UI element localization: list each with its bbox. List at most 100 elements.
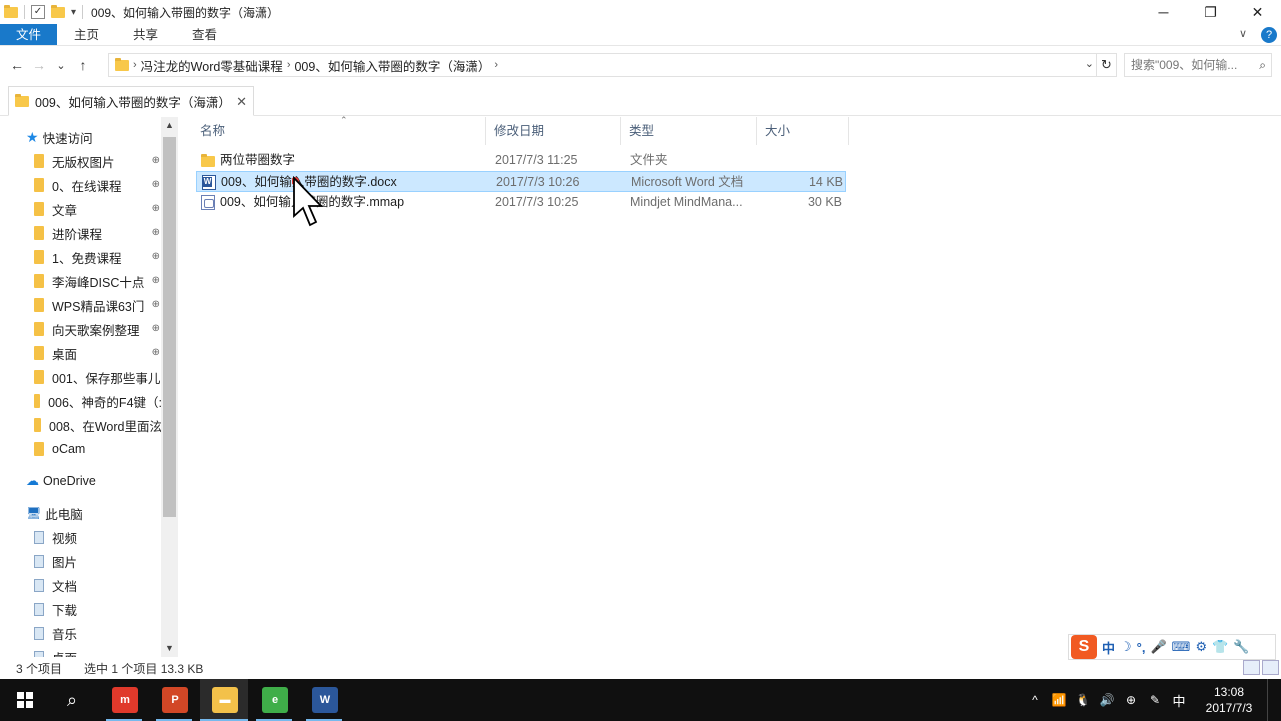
- qq-icon[interactable]: 🐧: [1071, 693, 1095, 707]
- nav-label: 视频: [52, 531, 78, 546]
- nav-quick-item[interactable]: 006、神奇的F4键（:: [34, 389, 162, 413]
- column-header-name[interactable]: 名称: [192, 117, 486, 145]
- sogou-logo-icon[interactable]: S: [1071, 635, 1097, 659]
- divider: [24, 5, 25, 19]
- large-icons-view-icon[interactable]: [1262, 660, 1279, 675]
- ime-tools-icon[interactable]: 🔧: [1233, 639, 1249, 655]
- expand-ribbon-icon[interactable]: ∨: [1239, 27, 1247, 40]
- maximize-button[interactable]: ❐: [1187, 0, 1234, 24]
- back-button[interactable]: ←: [6, 57, 28, 73]
- tab-view[interactable]: 查看: [175, 24, 234, 45]
- nav-label: 文章: [52, 203, 78, 218]
- search-input[interactable]: 搜索"009、如何输... ⌕: [1124, 53, 1272, 77]
- close-button[interactable]: ✕: [1234, 0, 1281, 24]
- breadcrumb-separator[interactable]: ›: [494, 59, 498, 71]
- nav-pc-item[interactable]: 桌面: [34, 645, 178, 657]
- nav-quick-item[interactable]: WPS精品课63门 ⊕: [34, 293, 162, 317]
- pin-icon: ⊕: [151, 347, 160, 358]
- tray-app-icon[interactable]: ⊕: [1119, 693, 1143, 707]
- ime-voice-icon[interactable]: 🎤: [1150, 639, 1166, 655]
- folder-tab[interactable]: 009、如何输入带圈的数字（海潇） ✕: [8, 86, 254, 116]
- nav-quick-item[interactable]: 001、保存那些事儿: [34, 365, 162, 389]
- network-icon[interactable]: 📶: [1047, 693, 1071, 707]
- address-dropdown-icon[interactable]: ⌄: [1085, 57, 1094, 70]
- taskbar-app-app-red[interactable]: m: [100, 679, 148, 721]
- folder-icon: [34, 202, 44, 216]
- tab-file[interactable]: 文件: [0, 24, 58, 45]
- minimize-button[interactable]: ─: [1140, 0, 1187, 24]
- up-button[interactable]: ↑: [72, 57, 94, 73]
- ime-punctuation-icon[interactable]: ☽: [1120, 639, 1132, 655]
- nav-this-pc[interactable]: 🖥 此电脑: [26, 501, 178, 525]
- nav-pc-item[interactable]: 图片: [34, 549, 178, 573]
- recent-locations-icon[interactable]: ⌄: [50, 59, 72, 72]
- nav-quick-item[interactable]: 桌面 ⊕: [34, 341, 162, 365]
- volume-icon[interactable]: 🔊: [1095, 693, 1119, 707]
- scroll-up-icon[interactable]: ▲: [161, 117, 178, 134]
- ribbon: 文件 主页 共享 查看 ∨ ?: [0, 24, 1281, 46]
- help-icon[interactable]: ?: [1261, 27, 1277, 43]
- nav-quick-item[interactable]: 进阶课程 ⊕: [34, 221, 162, 245]
- properties-icon[interactable]: ✓: [31, 5, 45, 19]
- show-desktop-button[interactable]: [1267, 679, 1281, 721]
- breadcrumb-separator[interactable]: ›: [287, 59, 291, 71]
- ime-settings-icon[interactable]: ⚙: [1195, 639, 1207, 655]
- ime-symbol-icon[interactable]: °,: [1137, 640, 1146, 655]
- taskbar-app-app-ppt[interactable]: P: [150, 679, 198, 721]
- nav-pc-item[interactable]: 音乐: [34, 621, 178, 645]
- close-tab-icon[interactable]: ✕: [236, 94, 247, 110]
- new-folder-icon[interactable]: [51, 4, 65, 18]
- ime-keyboard-icon[interactable]: ⌨: [1172, 639, 1191, 655]
- details-view-icon[interactable]: [1243, 660, 1260, 675]
- nav-quick-item[interactable]: 0、在线课程 ⊕: [34, 173, 162, 197]
- scroll-down-icon[interactable]: ▼: [161, 640, 178, 657]
- column-header-size[interactable]: 大小: [757, 117, 849, 145]
- nav-quick-access[interactable]: ★ 快速访问: [26, 125, 178, 149]
- refresh-button[interactable]: ↻: [1097, 53, 1117, 77]
- input-method-indicator[interactable]: 中: [1167, 691, 1191, 710]
- pen-icon[interactable]: ✎: [1143, 693, 1167, 707]
- ime-skin-icon[interactable]: 👕: [1212, 639, 1228, 655]
- nav-quick-item[interactable]: oCam: [34, 437, 162, 461]
- column-header-date[interactable]: 修改日期: [486, 117, 621, 145]
- address-bar[interactable]: › 冯注龙的Word零基础课程 › 009、如何输入带圈的数字（海潇） › ⌄: [108, 53, 1097, 77]
- show-hidden-icons[interactable]: ^: [1023, 693, 1047, 707]
- nav-scrollbar[interactable]: ▲ ▼: [161, 117, 178, 657]
- nav-pc-item[interactable]: 视频: [34, 525, 178, 549]
- scroll-thumb[interactable]: [163, 137, 176, 517]
- file-row[interactable]: 两位带圈数字 2017/7/3 11:25 文件夹: [196, 150, 846, 171]
- breadcrumb-separator[interactable]: ›: [133, 59, 137, 71]
- file-explorer-icon: ▬: [212, 687, 238, 713]
- column-header-type[interactable]: 类型: [621, 117, 757, 145]
- taskbar-search-icon[interactable]: ⌕: [48, 679, 96, 721]
- customize-toolbar-icon[interactable]: ▾: [71, 7, 76, 18]
- cloud-icon: ☁: [26, 473, 39, 488]
- taskbar-app-browser[interactable]: e: [250, 679, 298, 721]
- forward-button[interactable]: →: [28, 57, 50, 73]
- start-button[interactable]: [0, 679, 48, 721]
- nav-onedrive[interactable]: ☁ OneDrive: [26, 469, 178, 493]
- windows-logo-icon: [17, 692, 33, 708]
- library-icon: [34, 602, 44, 616]
- taskbar-app-file-explorer[interactable]: ▬: [200, 679, 248, 721]
- search-icon[interactable]: ⌕: [1259, 54, 1266, 76]
- nav-pc-item[interactable]: 文档: [34, 573, 178, 597]
- breadcrumb-item[interactable]: 009、如何输入带圈的数字（海潇）: [294, 56, 490, 75]
- ime-chinese-mode[interactable]: 中: [1102, 638, 1115, 657]
- nav-pc-item[interactable]: 下载: [34, 597, 178, 621]
- nav-label: 向天歌案例整理: [52, 323, 140, 338]
- file-date: 2017/7/3 10:25: [495, 195, 579, 209]
- nav-quick-item[interactable]: 向天歌案例整理 ⊕: [34, 317, 162, 341]
- breadcrumb-item[interactable]: 冯注龙的Word零基础课程: [141, 56, 283, 75]
- nav-quick-item[interactable]: 文章 ⊕: [34, 197, 162, 221]
- nav-label: 快速访问: [42, 131, 93, 146]
- nav-quick-item[interactable]: 008、在Word里面泫: [34, 413, 162, 437]
- nav-quick-item[interactable]: 李海峰DISC十点 ⊕: [34, 269, 162, 293]
- clock[interactable]: 13:08 2017/7/3: [1191, 684, 1267, 716]
- tab-home[interactable]: 主页: [57, 24, 116, 45]
- taskbar-app-word[interactable]: W: [300, 679, 348, 721]
- nav-quick-item[interactable]: 1、免费课程 ⊕: [34, 245, 162, 269]
- tab-share[interactable]: 共享: [116, 24, 175, 45]
- nav-quick-item[interactable]: 无版权图片 ⊕: [34, 149, 162, 173]
- nav-label: 此电脑: [45, 507, 83, 522]
